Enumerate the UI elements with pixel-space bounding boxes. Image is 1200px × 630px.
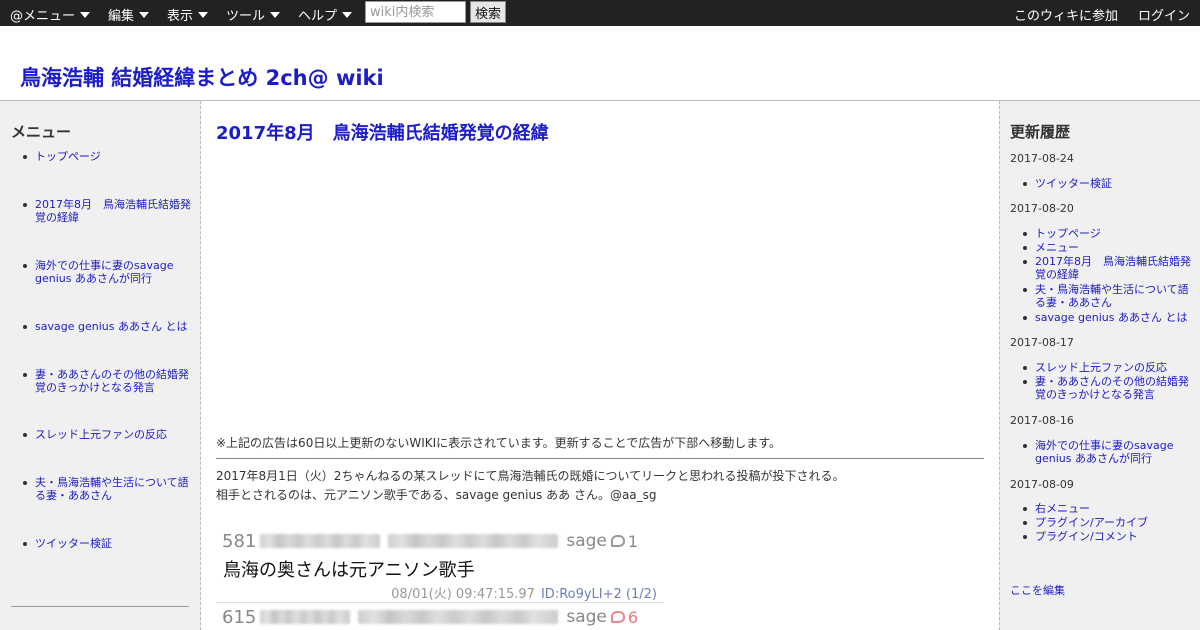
blurred-email xyxy=(388,534,559,548)
menu-dropdown-help[interactable]: ヘルプ xyxy=(298,5,353,24)
sidebar-item-twitter-check[interactable]: ツイッター検証 xyxy=(23,537,195,550)
caret-down-icon xyxy=(270,12,281,18)
history-date: 2017-08-16 xyxy=(1010,414,1074,427)
forum-post-screenshot: 581 sage 1 鳥海の奥さんは元アニソン歌手 08/01(火) 09:47… xyxy=(216,522,664,630)
post-divider xyxy=(216,602,664,603)
history-item[interactable]: 夫・鳥海浩輔や生活について語る妻・ああさん xyxy=(1023,283,1195,309)
sidebar-item-top-page[interactable]: トップページ xyxy=(23,150,195,163)
caret-down-icon xyxy=(80,12,91,18)
body-paragraph: 相手とされるのは、元アニソン歌手である、savage genius ああ さん。… xyxy=(216,488,657,502)
post-number: 615 xyxy=(222,606,257,628)
edit-link[interactable]: ここを編集 xyxy=(1010,582,1065,598)
wiki-search-input[interactable] xyxy=(365,1,466,23)
right-sidebar-history: 更新履歴 2017-08-24 ツイッター検証 2017-08-20 トップペー… xyxy=(999,101,1200,630)
search-button[interactable]: 検索 xyxy=(470,1,506,23)
history-date: 2017-08-09 xyxy=(1010,478,1074,491)
post-header: 615 sage 6 xyxy=(222,605,638,629)
reply-count: 1 xyxy=(627,531,639,551)
post-id: ID:Ro9yLI+2 (1/2) xyxy=(540,587,657,602)
history-date: 2017-08-17 xyxy=(1010,336,1074,349)
sidebar-item-fan-reactions[interactable]: スレッド上元ファンの反応 xyxy=(23,428,195,441)
post-sage: sage xyxy=(566,607,607,627)
post-date: 08/01(火) 09:47:15.97 xyxy=(391,587,535,602)
history-heading: 更新履歴 xyxy=(1010,123,1071,141)
menu-label: ヘルプ xyxy=(298,9,338,24)
history-item[interactable]: 妻・ああさんのその他の結婚発覚のきっかけとなる発言 xyxy=(1023,375,1195,401)
history-item[interactable]: プラグイン/コメント xyxy=(1023,530,1195,543)
blurred-email xyxy=(358,610,559,624)
reply-bubble-icon xyxy=(610,611,625,623)
sidebar-divider xyxy=(11,606,189,607)
left-sidebar-menu: メニュー トップページ 2017年8月 鳥海浩輔氏結婚発覚の経緯 海外での仕事に… xyxy=(0,101,201,630)
reply-count: 6 xyxy=(627,607,639,627)
sidebar-item-savage-genius[interactable]: savage genius ああさん とは xyxy=(23,320,195,333)
menu-dropdown-view[interactable]: 表示 xyxy=(167,5,209,24)
history-date: 2017-08-20 xyxy=(1010,202,1074,215)
post-header: 581 sage 1 xyxy=(222,529,638,553)
post-sage: sage xyxy=(566,531,607,551)
history-item[interactable]: 海外での仕事に妻のsavage genius ああさんが同行 xyxy=(1023,439,1195,465)
menu-label: 編集 xyxy=(108,9,135,24)
login-link[interactable]: ログイン xyxy=(1138,5,1190,24)
menu-label: ツール xyxy=(226,9,266,24)
main-content: 2017年8月 鳥海浩輔氏結婚発覚の経緯 ※上記の広告は60日以上更新のないWI… xyxy=(201,101,999,630)
reply-bubble-icon xyxy=(610,535,625,547)
post-meta: 08/01(火) 09:47:15.97 ID:Ro9yLI+2 (1/2) xyxy=(391,583,657,602)
menu-dropdown-edit[interactable]: 編集 xyxy=(108,5,150,24)
history-item[interactable]: トップページ xyxy=(1023,227,1195,240)
blurred-name xyxy=(260,610,351,624)
join-wiki-link[interactable]: このウィキに参加 xyxy=(1014,5,1118,24)
caret-down-icon xyxy=(198,12,209,18)
sidebar-item-marriage-discovery[interactable]: 2017年8月 鳥海浩輔氏結婚発覚の経緯 xyxy=(23,198,195,224)
menu-label: 表示 xyxy=(167,9,194,24)
blurred-name xyxy=(260,534,381,548)
menu-label: @メニュー xyxy=(10,9,76,24)
history-item[interactable]: スレッド上元ファンの反応 xyxy=(1023,361,1195,374)
post-number: 581 xyxy=(222,530,257,552)
history-item[interactable]: プラグイン/アーカイブ xyxy=(1023,516,1195,529)
ad-notice: ※上記の広告は60日以上更新のないWIKIに表示されています。更新することで広告… xyxy=(216,436,782,450)
history-item[interactable]: savage genius ああさん とは xyxy=(1023,311,1195,324)
top-toolbar: @メニュー 編集 表示 ツール ヘルプ 検索 このウィキに参加 ログイン xyxy=(0,0,1200,26)
sidebar-heading: メニュー xyxy=(11,123,72,141)
menu-dropdown-atmenu[interactable]: @メニュー xyxy=(10,5,91,24)
site-title[interactable]: 鳥海浩輔 結婚経緯まとめ 2ch@ wiki xyxy=(20,62,384,92)
history-date: 2017-08-24 xyxy=(1010,152,1074,165)
history-item[interactable]: 2017年8月 鳥海浩輔氏結婚発覚の経緯 xyxy=(1023,255,1195,281)
sidebar-item-overseas-work[interactable]: 海外での仕事に妻のsavage genius ああさんが同行 xyxy=(23,259,195,285)
body-paragraph: 2017年8月1日（火）2ちゃんねるの某スレッドにて鳥海浩輔氏の既婚についてリー… xyxy=(216,469,845,483)
history-item[interactable]: 右メニュー xyxy=(1023,502,1195,515)
history-item[interactable]: メニュー xyxy=(1023,241,1195,254)
post-body-text: 鳥海の奥さんは元アニソン歌手 xyxy=(223,560,475,581)
sidebar-item-wife-talks[interactable]: 夫・鳥海浩輔や生活について語る妻・ああさん xyxy=(23,476,195,502)
caret-down-icon xyxy=(139,12,150,18)
history-item[interactable]: ツイッター検証 xyxy=(1023,177,1195,190)
caret-down-icon xyxy=(342,12,353,18)
page-title[interactable]: 2017年8月 鳥海浩輔氏結婚発覚の経緯 xyxy=(216,119,549,145)
sidebar-item-other-remarks[interactable]: 妻・ああさんのその他の結婚発覚のきっかけとなる発言 xyxy=(23,368,195,394)
content-divider xyxy=(216,458,984,459)
menu-dropdown-tools[interactable]: ツール xyxy=(226,5,281,24)
